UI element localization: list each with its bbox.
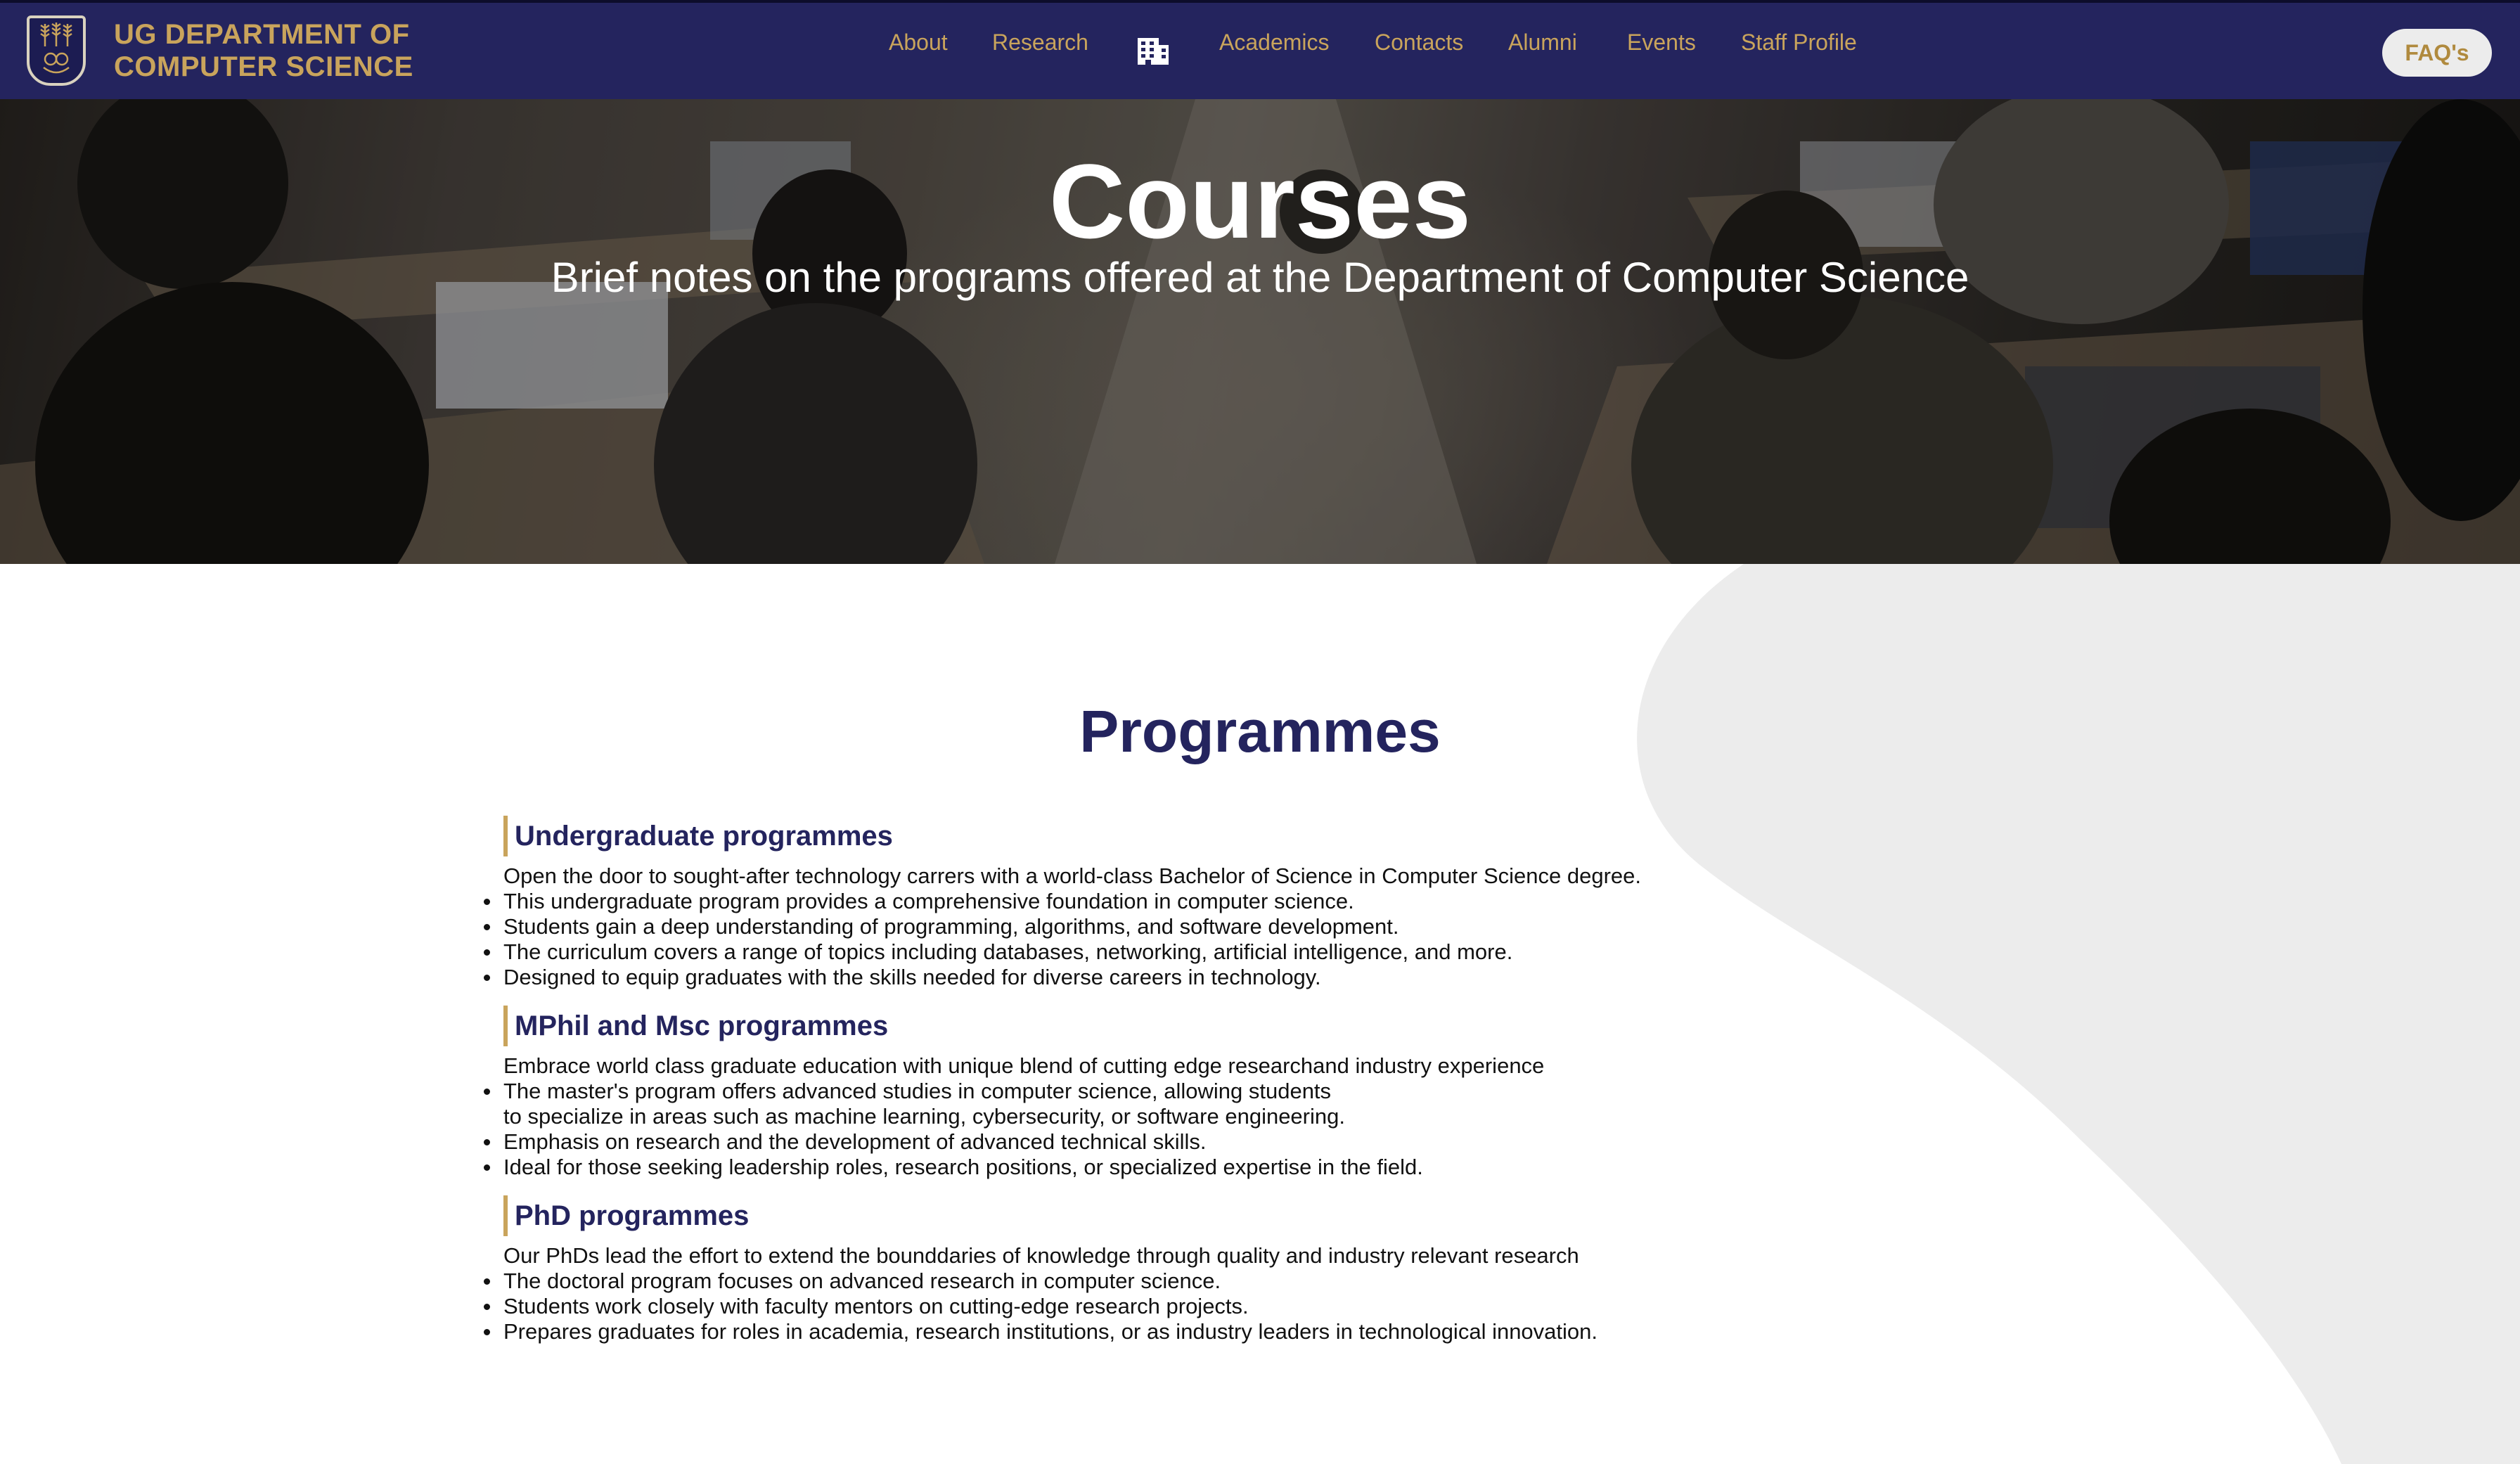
section-title: Programmes — [1079, 698, 1441, 764]
list-item: The master's program offers advanced stu… — [484, 1079, 1839, 1129]
programmes-list: Undergraduate programmes Open the door t… — [484, 816, 1839, 1360]
list-item-text: This undergraduate program provides a co… — [503, 889, 1354, 913]
nav-link-about[interactable]: About — [889, 27, 948, 58]
programme-heading: PhD programmes — [503, 1195, 1839, 1236]
programme-heading: MPhil and Msc programmes — [503, 1006, 1839, 1046]
programme-intro: Open the door to sought-after technology… — [503, 863, 1642, 888]
building-icon[interactable] — [1136, 34, 1171, 70]
list-item: Ideal for those seeking leadership roles… — [484, 1155, 1839, 1180]
hero-banner: Courses Brief notes on the programs offe… — [0, 99, 2520, 564]
list-item-text: Prepares graduates for roles in academia… — [503, 1319, 1598, 1344]
list-item-text: Emphasis on research and the development… — [503, 1129, 1207, 1154]
programme-undergraduate: Undergraduate programmes Open the door t… — [484, 816, 1839, 990]
list-item-text: Students work closely with faculty mento… — [503, 1294, 1249, 1318]
list-item: This undergraduate program provides a co… — [484, 889, 1839, 914]
list-item-text: Ideal for those seeking leadership roles… — [503, 1155, 1423, 1179]
list-item: Students work closely with faculty mento… — [484, 1294, 1839, 1319]
programme-bullets: This undergraduate program provides a co… — [484, 889, 1839, 990]
nav-link-staff-profile[interactable]: Staff Profile — [1741, 27, 1857, 58]
nav-link-academics[interactable]: Academics — [1219, 27, 1330, 58]
list-item-text-continued: to specialize in areas such as machine l… — [503, 1104, 1345, 1129]
list-item-text: Students gain a deep understanding of pr… — [503, 914, 1399, 939]
hero-title: Courses — [1048, 142, 1472, 260]
hero-subtitle: Brief notes on the programs offered at t… — [551, 254, 1969, 301]
list-item: Students gain a deep understanding of pr… — [484, 914, 1839, 939]
programme-bullets: The doctoral program focuses on advanced… — [484, 1269, 1839, 1344]
nav-link-alumni[interactable]: Alumni — [1508, 27, 1577, 58]
list-item-text: The curriculum covers a range of topics … — [503, 939, 1513, 964]
nav-link-events[interactable]: Events — [1627, 27, 1696, 58]
top-navbar: UG DEPARTMENT OF COMPUTER SCIENCE About … — [0, 0, 2520, 99]
list-item-text: The master's program offers advanced stu… — [503, 1079, 1332, 1103]
list-item-text: Designed to equip graduates with the ski… — [503, 965, 1321, 989]
programme-intro: Our PhDs lead the effort to extend the b… — [503, 1243, 1579, 1268]
nav-menu: About Research Academics Contacts Alumni… — [0, 27, 2520, 69]
nav-link-research[interactable]: Research — [992, 27, 1088, 58]
programme-intro: Embrace world class graduate education w… — [503, 1053, 1545, 1078]
faq-button[interactable]: FAQ's — [2382, 29, 2492, 77]
list-item: Prepares graduates for roles in academia… — [484, 1319, 1839, 1344]
list-item: The curriculum covers a range of topics … — [484, 939, 1839, 965]
list-item: Designed to equip graduates with the ski… — [484, 965, 1839, 990]
nav-link-contacts[interactable]: Contacts — [1375, 27, 1463, 58]
programme-phd: PhD programmes Our PhDs lead the effort … — [484, 1195, 1839, 1344]
list-item: Emphasis on research and the development… — [484, 1129, 1839, 1155]
programme-heading: Undergraduate programmes — [503, 816, 1839, 856]
list-item-text: The doctoral program focuses on advanced… — [503, 1269, 1221, 1293]
programme-mphil-msc: MPhil and Msc programmes Embrace world c… — [484, 1006, 1839, 1180]
list-item: The doctoral program focuses on advanced… — [484, 1269, 1839, 1294]
programme-bullets: The master's program offers advanced stu… — [484, 1079, 1839, 1180]
